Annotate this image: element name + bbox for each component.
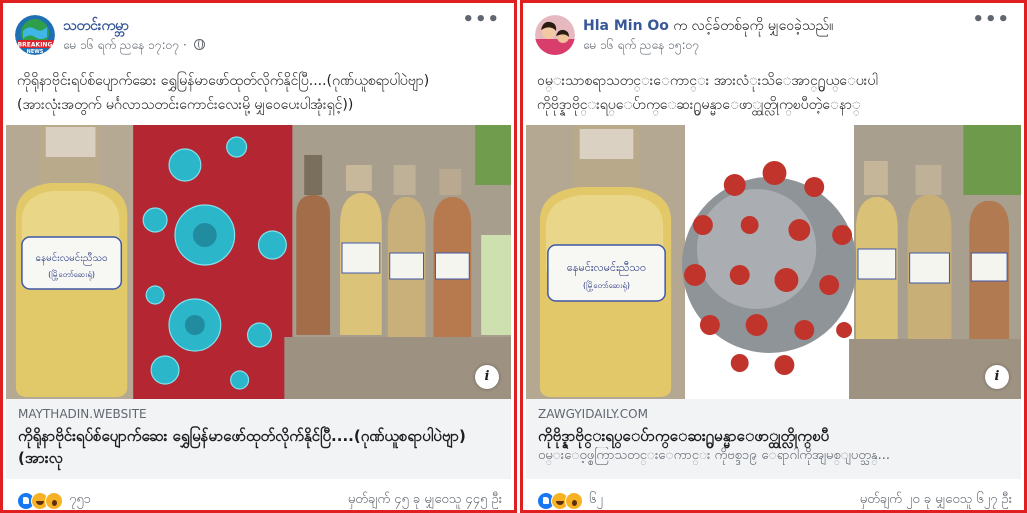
link-title: ကိုဗိုဒ္နာဗိုင္းရပ္ေပ်ာက္ေဆး႐ွမန္မာေဖာ္ထ… (538, 427, 830, 445)
link-domain: MAYTHADIN.WEBSITE (18, 407, 147, 421)
post-footer: ၆၂ မှတ်ချက် ၂၀ ခု မျှဝေသူ ၆၂၇ ဦး (537, 487, 1012, 510)
user-name: Hla Min Oo (583, 18, 669, 34)
globe-icon (193, 39, 205, 50)
shared-link-text: က လင့်ခ်တစ်ခုကို မျှဝေခဲ့သည်။ (668, 18, 834, 34)
timestamp-text: မေ ၁၆ ရက် ညနေ ၁၅:၀၇ (583, 38, 700, 52)
caption-line: ကိုရိုနာဗိုင်းရပ်စ်ပျောက်ဆေး ရွှေမြန်မာဖ… (17, 73, 430, 89)
caption-line: (အားလုံးအတွက် မင်္ဂလာသတင်းကောင်းလေးမို့ … (17, 97, 354, 113)
reaction-count: ၇၅၁ (69, 492, 91, 507)
right-post-card: Hla Min Oo က လင့်ခ်တစ်ခုကို မျှဝေခဲ့သည်။… (520, 0, 1027, 513)
link-description: ဝမ္းေဝ့ဖ္စကြာသတင္းေကာင္း ကိုဗစ္ဒ၁၉ ေရာဂါ… (538, 448, 890, 463)
bottles-virus-collage: နေမင်းလမင်းညီသဝ (မြို့တော်ဆေးရုံ) (6, 125, 511, 399)
user-name-link[interactable]: Hla Min Oo က လင့်ခ်တစ်ခုကို မျှဝေခဲ့သည်။ (583, 16, 833, 37)
info-icon[interactable]: i (985, 365, 1009, 389)
post-footer: ၇၅၁ မှတ်ချက် ၄၅ ခု မျှဝေသူ ၄၄၅ ဦး (17, 487, 502, 510)
wow-reaction-icon (565, 491, 583, 510)
page-name-link[interactable]: သတင်းကမ္ဘာ (63, 16, 129, 37)
timestamp-text: မေ ၁၆ ရက် ညနေ ၁၇:၀၇ · (63, 38, 191, 52)
caption-line: ဝမ္းသာစရာသတင္းေကာင္း အားလံုးသိေအာင္႐ွယ္ေ… (537, 73, 878, 89)
comments-shares-count[interactable]: မှတ်ချက် ၄၅ ခု မျှဝေသူ ၄၄၅ ဦး (348, 491, 502, 510)
comments-shares-count[interactable]: မှတ်ချက် ၂၀ ခု မျှဝေသူ ၆၂၇ ဦး (860, 491, 1012, 510)
wow-reaction-icon (45, 491, 63, 510)
link-preview[interactable]: ZAWGYIDAILY.COM ကိုဗိုဒ္နာဗိုင္းရပ္ေပ်ာက… (526, 399, 1021, 479)
post-header: Hla Min Oo က လင့်ခ်တစ်ခုကို မျှဝေခဲ့သည်။… (535, 11, 1012, 59)
post-header: BREAKING NEWS သတင်းကမ္ဘာ မေ ၁၆ ရက် ညနေ ၁… (15, 11, 502, 59)
bottle-label: နေမင်းလမင်းညီသဝ (567, 261, 646, 276)
post-caption: ဝမ္းသာစရာသတင္းေကာင္း အားလံုးသိေအာင္႐ွယ္ေ… (537, 69, 1012, 117)
post-timestamp[interactable]: မေ ၁၆ ရက် ညနေ ၁၅:၀၇ (583, 37, 699, 55)
page-avatar[interactable]: BREAKING NEWS (15, 15, 55, 55)
post-image[interactable]: နေမင်းလမင်းညီသဝ (မြို့တော်ဆေးရုံ) i (6, 125, 511, 399)
caption-line: ကိုဗိုဒ္နာဗိုင္းရပ္ေပ်ာက္ေဆး႐ွမန္မာေဖာ္ထ… (537, 97, 861, 113)
reactions-summary[interactable]: ၆၂ (537, 491, 603, 510)
link-preview[interactable]: MAYTHADIN.WEBSITE ကိုရိုနာဗိုင်းရပ်စ်ပျေ… (6, 399, 511, 479)
info-icon[interactable]: i (475, 365, 499, 389)
bottle-label: နေမင်းလမင်းညီသဝ (36, 251, 108, 266)
user-avatar[interactable] (535, 15, 575, 55)
more-options-icon[interactable]: ••• (462, 11, 500, 29)
bottles-virus-collage: နေမင်းလမင်းညီသဝ (မြို့တော်ဆေးရုံ) (526, 125, 1021, 399)
svg-text:NEWS: NEWS (27, 49, 44, 55)
link-title: ကိုရိုနာဗိုင်းရပ်စ်ပျောက်ဆေး ရွှေမြန်မာဖ… (18, 427, 466, 467)
left-post-card: BREAKING NEWS သတင်းကမ္ဘာ မေ ၁၆ ရက် ညနေ ၁… (0, 0, 517, 513)
reactions-summary[interactable]: ၇၅၁ (17, 491, 91, 510)
link-domain: ZAWGYIDAILY.COM (538, 407, 648, 421)
post-timestamp[interactable]: မေ ၁၆ ရက် ညနေ ၁၇:၀၇ · (63, 37, 205, 55)
svg-text:BREAKING: BREAKING (18, 42, 53, 49)
more-options-icon[interactable]: ••• (972, 11, 1010, 29)
post-caption: ကိုရိုနာဗိုင်းရပ်စ်ပျောက်ဆေး ရွှေမြန်မာဖ… (17, 69, 502, 117)
post-image[interactable]: နေမင်းလမင်းညီသဝ (မြို့တော်ဆေးရုံ) i (526, 125, 1021, 399)
reaction-count: ၆၂ (589, 492, 603, 507)
